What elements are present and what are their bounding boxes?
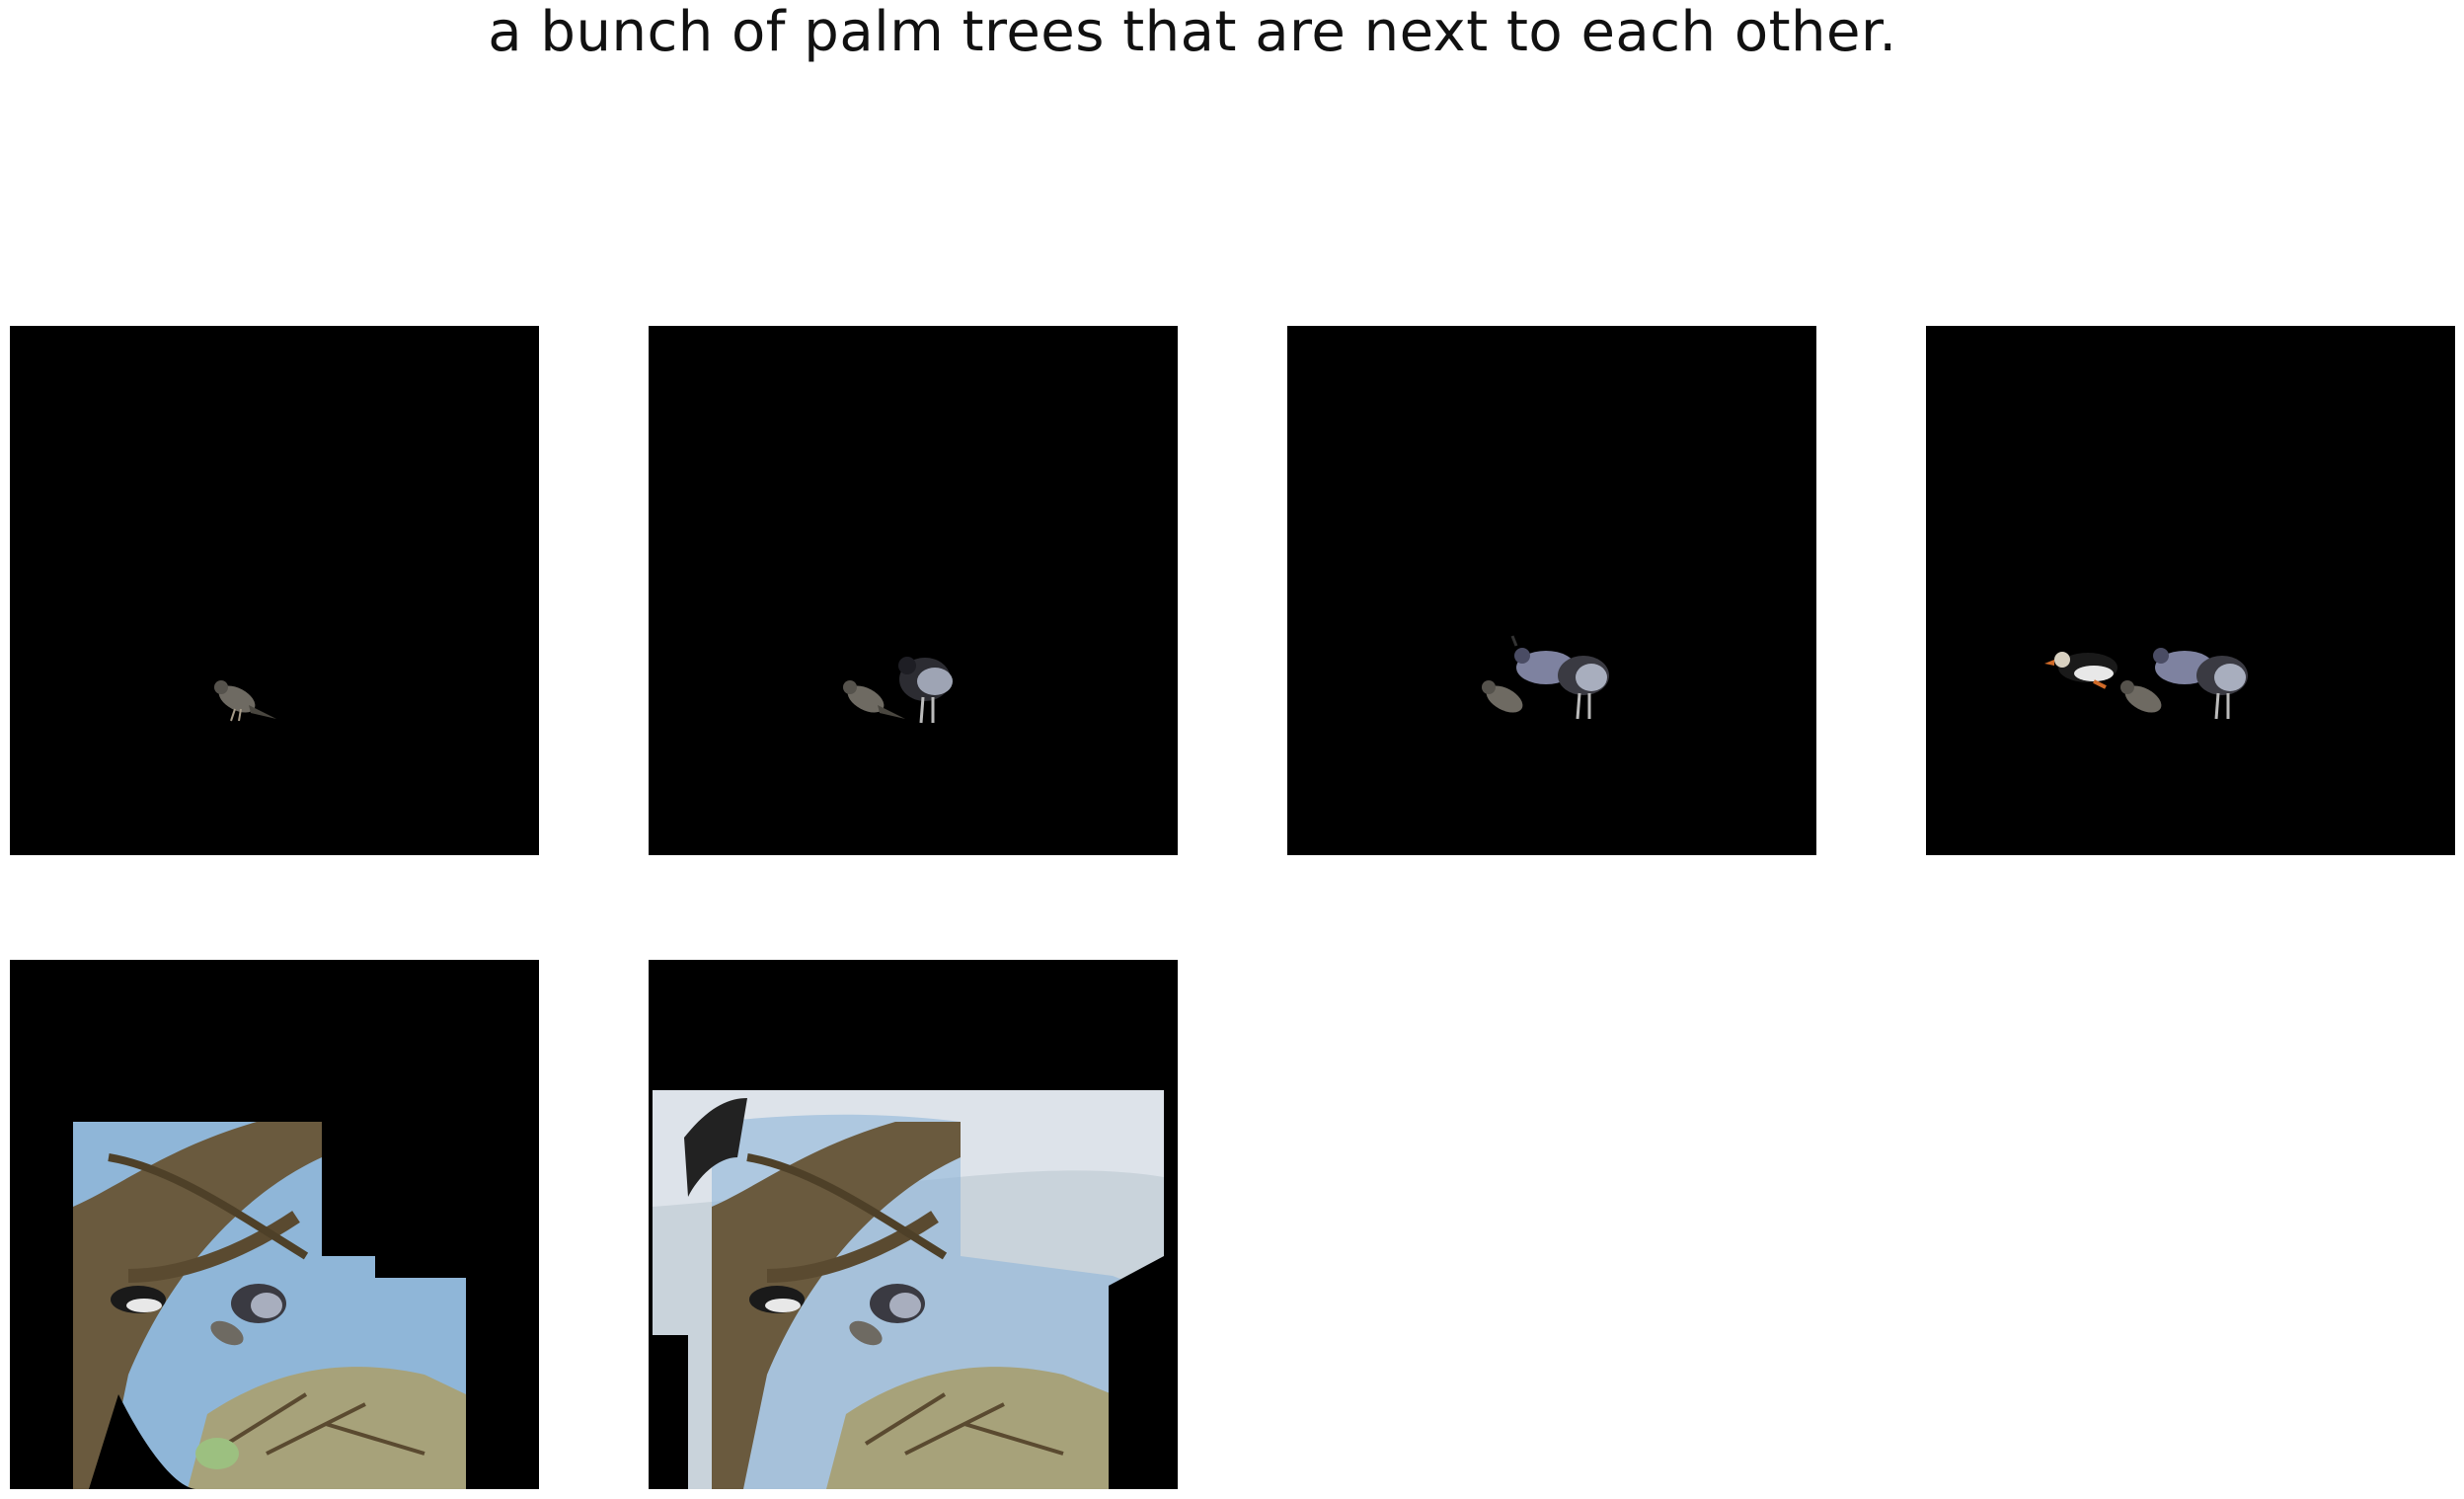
generation-step-6-image [649, 960, 1178, 1489]
generation-step-3-image [1287, 326, 1816, 855]
birds-with-puffin-cutout-graphic [2044, 648, 2248, 720]
generation-step-5-image [10, 960, 539, 1489]
generation-step-1-image [10, 326, 539, 855]
birds-cutout-graphic [1482, 635, 1609, 720]
sparrow-and-pigeon-cutout-graphic [843, 657, 953, 724]
sparrow-cutout-graphic [214, 680, 276, 722]
tree-scene-partial-graphic [73, 1122, 539, 1489]
generation-step-4-image [1926, 326, 2455, 855]
generation-step-2-image [649, 326, 1178, 855]
tree-scene-with-sky-graphic [653, 1090, 1164, 1489]
figure-caption: a bunch of palm trees that are next to e… [488, 0, 1897, 64]
